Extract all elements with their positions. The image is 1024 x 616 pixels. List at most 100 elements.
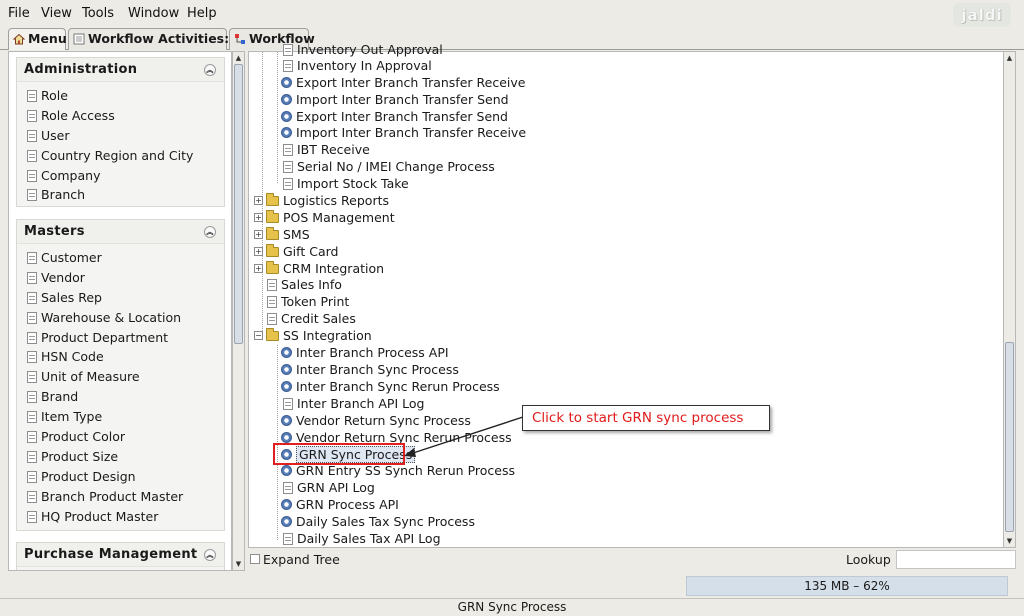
scroll-down-icon[interactable]: ▼ bbox=[1005, 536, 1014, 546]
menu-item-label: Branch Product Master bbox=[41, 488, 184, 504]
scroll-thumb[interactable] bbox=[1005, 342, 1014, 532]
menu-item-hsn-code[interactable]: HSN Code bbox=[17, 347, 224, 367]
collapse-icon[interactable]: ︽ bbox=[204, 64, 216, 76]
menu-item-branch[interactable]: Branch bbox=[17, 185, 224, 205]
collapse-icon[interactable]: ︽ bbox=[204, 226, 216, 238]
document-icon bbox=[27, 169, 37, 182]
tree-item-inventory-in-approval[interactable]: Inventory In Approval bbox=[283, 57, 432, 74]
tree-item-label: Gift Card bbox=[283, 244, 339, 259]
document-icon bbox=[283, 161, 293, 173]
tree-item-label: SS Integration bbox=[283, 328, 372, 343]
menu-item-brand[interactable]: Brand bbox=[17, 387, 224, 407]
tree-item-token-print[interactable]: Token Print bbox=[267, 293, 349, 310]
collapse-icon[interactable]: ︽ bbox=[204, 549, 216, 561]
menu-view[interactable]: View bbox=[41, 6, 72, 21]
tree-item-inter-branch-process-api[interactable]: Inter Branch Process API bbox=[281, 344, 449, 361]
tree-item-credit-sales[interactable]: Credit Sales bbox=[267, 310, 356, 327]
menu-item-role-access[interactable]: Role Access bbox=[17, 106, 224, 126]
workflow-icon bbox=[234, 31, 246, 44]
tree-item-label: Daily Sales Tax Sync Process bbox=[296, 514, 475, 529]
tree-item-daily-sales-tax-sync[interactable]: Daily Sales Tax Sync Process bbox=[281, 513, 475, 530]
document-icon bbox=[27, 411, 37, 424]
collapse-tree-icon[interactable]: − bbox=[254, 331, 263, 340]
menu-item-user[interactable]: User bbox=[17, 126, 224, 146]
tree-folder-ss-integration[interactable]: SS Integration bbox=[266, 327, 372, 344]
menu-item-label: HSN Code bbox=[41, 349, 104, 365]
expand-icon[interactable]: + bbox=[254, 213, 263, 222]
tree-folder-gift-card[interactable]: Gift Card bbox=[266, 243, 338, 260]
expand-icon[interactable]: + bbox=[254, 230, 263, 239]
lookup-input[interactable] bbox=[896, 550, 1016, 569]
document-icon bbox=[27, 391, 37, 404]
annotation-arrow bbox=[404, 416, 524, 457]
tree-folder-sms[interactable]: SMS bbox=[266, 226, 310, 243]
tree-item-daily-sales-tax-api-log[interactable]: Daily Sales Tax API Log bbox=[283, 530, 441, 547]
panel-header[interactable]: Purchase Management ︽ bbox=[17, 543, 224, 567]
expand-tree-label[interactable]: Expand Tree bbox=[263, 552, 340, 567]
menu-item-customer[interactable]: Customer bbox=[17, 248, 224, 268]
menu-item-item-type[interactable]: Item Type bbox=[17, 407, 224, 427]
tree-item-import-ibt-send[interactable]: Import Inter Branch Transfer Send bbox=[281, 91, 509, 108]
tree-item-label: Daily Sales Tax API Log bbox=[297, 531, 441, 546]
tree-item-inter-branch-sync[interactable]: Inter Branch Sync Process bbox=[281, 361, 459, 378]
menu-tools[interactable]: Tools bbox=[82, 6, 114, 21]
tab-workflow-activities[interactable]: Workflow Activities: 0 bbox=[68, 28, 242, 50]
menu-item-label: Vendor bbox=[41, 269, 85, 285]
menu-item-product-color[interactable]: Product Color bbox=[17, 427, 224, 447]
menu-file[interactable]: File bbox=[8, 6, 30, 21]
scroll-down-icon[interactable]: ▼ bbox=[234, 559, 243, 569]
tree-folder-crm-integration[interactable]: CRM Integration bbox=[266, 260, 384, 277]
panel-header[interactable]: Masters ︽ bbox=[17, 220, 224, 244]
home-icon bbox=[12, 31, 26, 45]
tree-item-label: CRM Integration bbox=[283, 261, 385, 276]
menu-item-unit-of-measure[interactable]: Unit of Measure bbox=[17, 367, 224, 387]
tree-item-sales-info[interactable]: Sales Info bbox=[267, 276, 342, 293]
menu-item-hq-product-master[interactable]: HQ Product Master bbox=[17, 507, 224, 527]
menu-item-label: Product Department bbox=[41, 329, 169, 345]
menu-item-product-size[interactable]: Product Size bbox=[17, 447, 224, 467]
memory-indicator[interactable]: 135 MB – 62% bbox=[686, 576, 1008, 596]
menu-item-role[interactable]: Role bbox=[17, 86, 224, 106]
menu-item-label: Branch bbox=[41, 187, 86, 203]
scroll-up-icon[interactable]: ▲ bbox=[234, 53, 243, 63]
document-icon bbox=[27, 189, 37, 202]
tree-item-export-ibt-send[interactable]: Export Inter Branch Transfer Send bbox=[281, 108, 508, 125]
menu-help[interactable]: Help bbox=[187, 6, 217, 21]
menu-item-warehouse-location[interactable]: Warehouse & Location bbox=[17, 308, 224, 328]
expand-icon[interactable]: + bbox=[254, 247, 263, 256]
tree-scrollbar[interactable]: ▲ ▼ bbox=[1003, 51, 1016, 548]
expand-icon[interactable]: + bbox=[254, 264, 263, 273]
menu-window[interactable]: Window bbox=[128, 6, 179, 21]
tree-footer: Expand Tree Lookup bbox=[248, 550, 1018, 570]
tree-folder-logistics-reports[interactable]: Logistics Reports bbox=[266, 192, 389, 209]
tree-item-serial-imei-change[interactable]: Serial No / IMEI Change Process bbox=[283, 158, 495, 175]
menu-item-vendor[interactable]: Vendor bbox=[17, 268, 224, 288]
menu-item-product-design[interactable]: Product Design bbox=[17, 467, 224, 487]
tree-item-grn-api-log[interactable]: GRN API Log bbox=[283, 479, 375, 496]
tree-folder-pos-management[interactable]: POS Management bbox=[266, 209, 395, 226]
menu-item-branch-product-master[interactable]: Branch Product Master bbox=[17, 487, 224, 507]
tree-item-inter-branch-sync-rerun[interactable]: Inter Branch Sync Rerun Process bbox=[281, 378, 500, 395]
tree-item-import-stock-take[interactable]: Import Stock Take bbox=[283, 175, 409, 192]
tree-item-grn-process-api[interactable]: GRN Process API bbox=[281, 496, 399, 513]
panel-title: Purchase Management bbox=[24, 547, 198, 562]
tree-item-import-ibt-receive[interactable]: Import Inter Branch Transfer Receive bbox=[281, 124, 526, 141]
expand-tree-checkbox[interactable] bbox=[250, 554, 260, 564]
menu-item-sales-rep[interactable]: Sales Rep bbox=[17, 288, 224, 308]
tree-item-export-ibt-receive[interactable]: Export Inter Branch Transfer Receive bbox=[281, 74, 525, 91]
menu-item-country-region-city[interactable]: Country Region and City bbox=[17, 146, 224, 166]
document-icon bbox=[267, 279, 277, 291]
tree-item-ibt-receive[interactable]: IBT Receive bbox=[283, 141, 370, 158]
menu-item-label: Sales Rep bbox=[41, 289, 102, 305]
menu-item-company[interactable]: Company bbox=[17, 166, 224, 186]
menu-item-product-department[interactable]: Product Department bbox=[17, 328, 224, 348]
tree-item-label: Export Inter Branch Transfer Send bbox=[296, 109, 508, 124]
tree-item-inventory-out-approval[interactable]: Inventory Out Approval bbox=[283, 41, 443, 58]
panel-header[interactable]: Administration ︽ bbox=[17, 58, 224, 82]
scroll-up-icon[interactable]: ▲ bbox=[1005, 53, 1014, 63]
tree-item-label: Credit Sales bbox=[281, 311, 356, 326]
scroll-thumb[interactable] bbox=[234, 64, 243, 344]
tab-menu[interactable]: Menu bbox=[8, 28, 67, 50]
expand-icon[interactable]: + bbox=[254, 196, 263, 205]
left-scrollbar[interactable]: ▲ ▼ bbox=[232, 51, 245, 571]
